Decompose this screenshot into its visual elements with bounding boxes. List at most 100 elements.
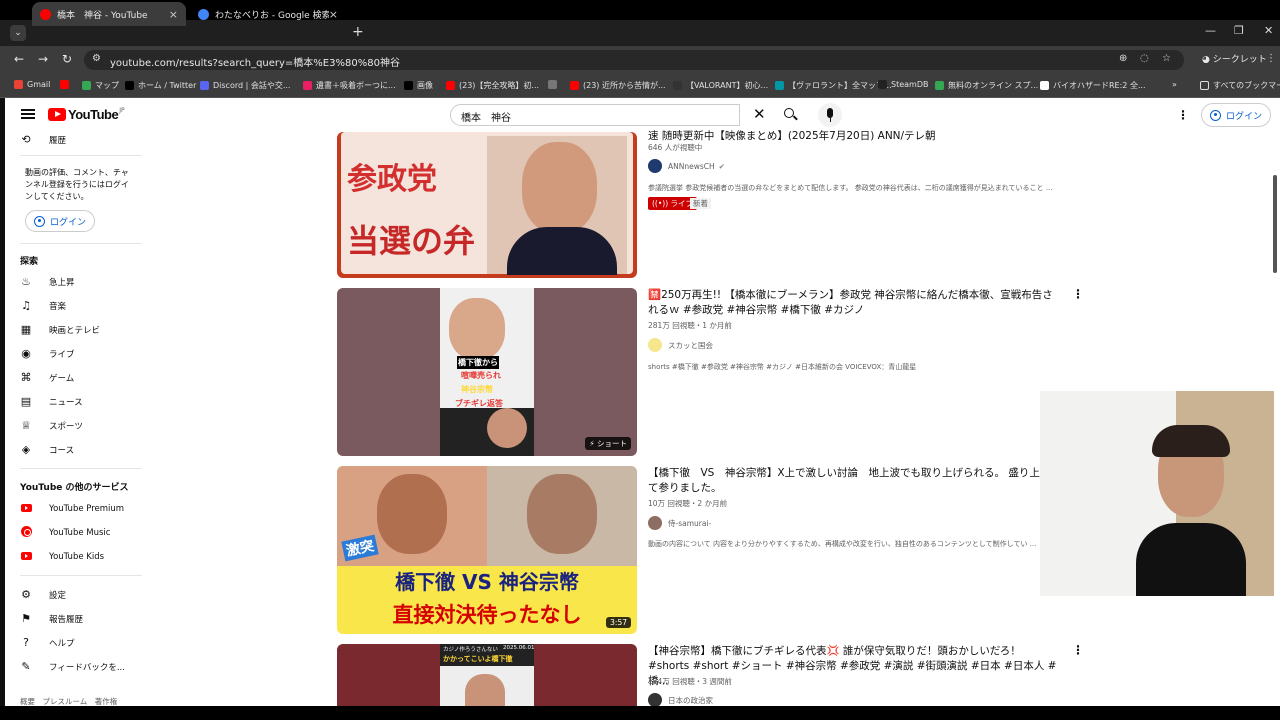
bookmark-item[interactable]: 画像 — [404, 80, 433, 91]
feedback-icon: ✎ — [21, 660, 31, 673]
channel-link[interactable]: 侍-samurai- — [648, 516, 711, 530]
sidebar-item-live[interactable]: ◉ ライブ — [20, 347, 74, 360]
new-tab-button[interactable]: + — [352, 24, 364, 40]
close-tab-icon[interactable]: × — [169, 8, 178, 21]
logo-text: YouTube — [68, 107, 119, 122]
bookmark-item[interactable]: Discord | 会話や交... — [200, 80, 290, 91]
sidebar-item-music-app[interactable]: YouTube Music — [20, 526, 110, 540]
bookmark-label: ホーム / Twitter — [138, 81, 197, 90]
sidebar-item-premium[interactable]: YouTube Premium — [20, 502, 124, 515]
video-thumbnail[interactable]: カジノ作ろうさんない 2025.06.01 かかってこいよ橋下徹 — [337, 644, 637, 706]
bookmarks-overflow-icon[interactable]: » — [1172, 80, 1177, 89]
bookmark-label: 【ヴァロラント】全マップ... — [788, 81, 892, 90]
sidebar-item-settings[interactable]: ⚙ 設定 — [20, 588, 66, 601]
sidebar-item-feedback[interactable]: ✎ フィードバックを... — [20, 660, 125, 673]
maximize-icon[interactable]: ❐ — [1234, 24, 1244, 37]
sidebar-item-kids[interactable]: YouTube Kids — [20, 550, 104, 563]
browser-menu-icon[interactable]: ⋮ — [1266, 53, 1276, 64]
search-input[interactable]: 橋本 神谷 — [450, 104, 740, 126]
sidebar-item-help[interactable]: ? ヘルプ — [20, 636, 74, 649]
forward-arrow-icon[interactable]: → — [38, 52, 48, 66]
bookmark-item[interactable]: 無料のオンライン スプ... — [935, 80, 1038, 91]
menu-icon[interactable] — [21, 109, 35, 119]
reload-icon[interactable]: ↻ — [62, 52, 72, 66]
bookmark-item[interactable]: ホーム / Twitter — [125, 80, 196, 91]
sidebar-item-music[interactable]: ♫ 音楽 — [20, 299, 66, 312]
video-meta: 10万 回視聴・2 か月前 — [648, 499, 728, 508]
thumbnail-text: 橋下徹 VS 神谷宗幣 — [395, 570, 579, 594]
tab-search-button[interactable]: ⌄ — [10, 25, 26, 41]
services-header: YouTube の他のサービス — [20, 483, 129, 493]
bookmark-item[interactable]: SteamDB — [878, 80, 928, 89]
video-thumbnail[interactable]: 激突 橋下徹 VS 神谷宗幣 直接対決待ったなし 3:57 — [337, 466, 637, 634]
video-menu-icon[interactable]: ⋮ — [1072, 644, 1084, 656]
sidebar-item-sports[interactable]: ♕ スポーツ — [20, 419, 83, 432]
sidebar-item-movies[interactable]: ▦ 映画とテレビ — [20, 323, 100, 336]
bookmark-favicon-icon — [303, 81, 312, 90]
bookmark-item[interactable]: (23) 近所から苦情が... — [570, 80, 666, 91]
thumbnail-text: 当選の弁 — [347, 222, 476, 260]
tab-google[interactable]: わたなべりお - Google 検索 × — [190, 2, 346, 26]
sidebar-item-news[interactable]: ▤ ニュース — [20, 395, 83, 408]
channel-link[interactable]: 日本の政治家 — [648, 693, 713, 706]
channel-link[interactable]: スカッと国会 — [648, 338, 713, 352]
video-thumbnail[interactable]: 橋下徹から 喧嘩売られ 神谷宗幣 ブチギレ返答 ⚡ ショート — [337, 288, 637, 456]
bookmark-item[interactable]: (23)【完全攻略】初... — [446, 80, 539, 91]
bookmark-item[interactable]: 【ヴァロラント】全マップ... — [775, 80, 892, 91]
sidebar-item-gaming[interactable]: ⌘ ゲーム — [20, 371, 75, 384]
header-login-button[interactable]: ログイン — [1201, 103, 1272, 127]
sidebar-login-button[interactable]: ログイン — [25, 210, 96, 232]
sidebar-item-report-history[interactable]: ⚑ 報告履歴 — [20, 612, 83, 625]
search-icon[interactable] — [784, 108, 794, 118]
incognito-indicator[interactable]: ◕ シークレット — [1194, 50, 1275, 70]
video-description: shorts #橋下徹 #参政党 #神谷宗幣 #カジノ #日本維新の会 VOIC… — [648, 363, 917, 371]
tab-title: 橋本 神谷 - YouTube — [57, 10, 148, 21]
close-window-icon[interactable]: ✕ — [1264, 24, 1273, 37]
youtube-logo[interactable]: YouTube JP — [48, 107, 125, 122]
page-scrollbar[interactable] — [1273, 175, 1277, 273]
all-bookmarks-button[interactable]: すべてのブックマーク — [1200, 80, 1280, 91]
video-title[interactable]: 【橋下徹 VS 神谷宗幣】X上で激しい討論 地上波でも取り上げられる。 盛り上が… — [648, 466, 1062, 496]
trophy-icon: ♕ — [21, 419, 31, 432]
bookmark-item[interactable]: Gmail — [14, 80, 50, 89]
sidebar-footer[interactable]: 概要 プレスルーム 著作権 — [20, 696, 117, 706]
sidebar-item-courses[interactable]: ◈ コース — [20, 443, 74, 456]
zoom-icon[interactable]: ⊕ — [1119, 53, 1127, 64]
bookmark-favicon-icon — [200, 81, 209, 90]
close-tab-icon[interactable]: × — [329, 8, 338, 21]
account-icon — [34, 215, 45, 227]
bookmark-favicon-icon — [548, 80, 557, 89]
thumbnail-text: 参政党 — [347, 162, 437, 197]
sidebar-divider — [20, 575, 142, 576]
video-title[interactable]: 速 随時更新中【映像まとめ】(2025年7月20日) ANN/テレ朝 — [648, 129, 1062, 141]
video-title[interactable]: 🈲250万再生!! 【橋本徹にブーメラン】参政党 神谷宗幣に絡んだ橋本徹、宣戦布… — [648, 288, 1062, 318]
help-icon: ? — [23, 636, 29, 649]
sidebar-item-history[interactable]: ⟲ 履歴 — [20, 133, 66, 146]
star-icon[interactable]: ☆ — [1162, 53, 1171, 64]
bookmark-label: SteamDB — [891, 80, 929, 89]
video-menu-icon[interactable]: ⋮ — [1072, 288, 1084, 300]
eye-off-icon[interactable]: ◌ — [1140, 53, 1149, 64]
url-text[interactable]: youtube.com/results?search_query=橋本%E3%8… — [110, 54, 400, 69]
thumbnail-text: 2025.06.01 — [503, 645, 535, 651]
site-info-icon[interactable]: ⚙ — [92, 53, 101, 64]
bookmark-item[interactable]: マップ — [82, 80, 119, 91]
video-thumbnail[interactable]: 参政党 当選の弁 — [337, 132, 637, 278]
tab-youtube[interactable]: 橋本 神谷 - YouTube × — [32, 2, 186, 26]
voice-search-icon[interactable] — [818, 103, 842, 127]
channel-link[interactable]: ANNnewsCH ✔ — [648, 159, 725, 173]
bookmark-item[interactable] — [60, 80, 73, 89]
back-arrow-icon[interactable]: ← — [14, 52, 24, 66]
sidebar-item-trending[interactable]: ♨ 急上昇 — [20, 275, 74, 288]
flag-icon: ⚑ — [21, 612, 31, 625]
bookmark-item[interactable]: 遺書＋吸着ボーつに... — [303, 80, 396, 91]
clear-search-icon[interactable]: ✕ — [753, 105, 766, 123]
settings-kebab-icon[interactable]: ⋮ — [1177, 109, 1189, 121]
bookmark-item[interactable] — [548, 80, 561, 89]
bookmark-label: (23)【完全攻略】初... — [459, 81, 540, 90]
bookmark-item[interactable]: 【VALORANT】初心... — [673, 80, 768, 91]
signin-note: 動画の評価、コメント、チャンネル登録を行うにはログインしてください。 — [25, 168, 129, 201]
minimize-icon[interactable]: — — [1205, 24, 1216, 37]
music-note-icon: ♫ — [21, 299, 31, 312]
bookmark-item[interactable]: バイオハザードRE:2 全... — [1040, 80, 1146, 91]
